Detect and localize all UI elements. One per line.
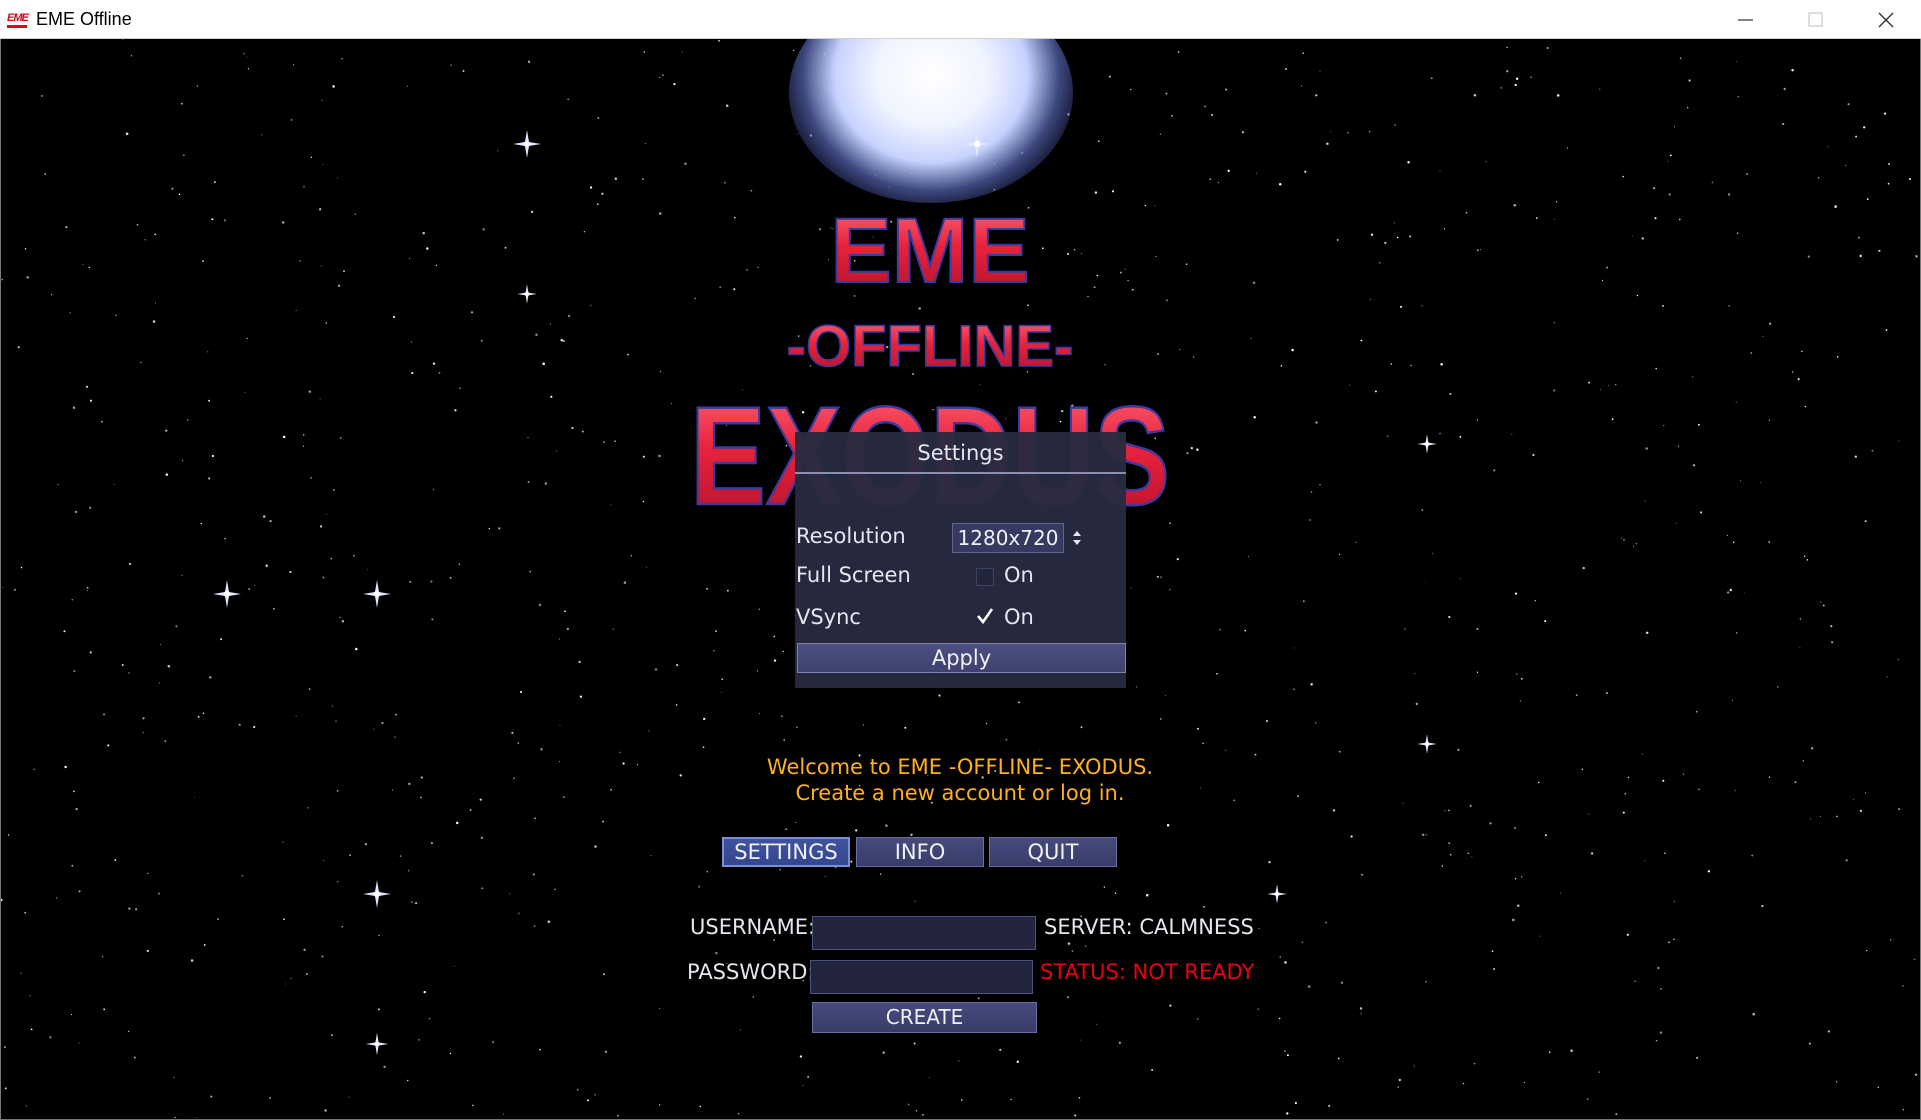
welcome-message: Welcome to EME -OFFLINE- EXODUS. Create … bbox=[560, 754, 1360, 806]
status-text: STATUS: NOT READY bbox=[1040, 960, 1255, 984]
welcome-line-1: Welcome to EME -OFFLINE- EXODUS. bbox=[766, 755, 1154, 779]
sparkle-star bbox=[1417, 434, 1437, 454]
close-button[interactable] bbox=[1851, 0, 1921, 39]
settings-title: Settings bbox=[795, 432, 1126, 474]
close-icon bbox=[1878, 12, 1894, 28]
sparkle-star bbox=[1417, 734, 1437, 754]
server-text: SERVER: CALMNESS bbox=[1044, 915, 1254, 939]
sparkle-star bbox=[517, 284, 537, 304]
logo-line-eme: EME bbox=[830, 200, 1029, 302]
fullscreen-option-label: On bbox=[1004, 563, 1034, 587]
app-logo-icon: EME bbox=[7, 12, 29, 24]
apply-button[interactable]: Apply bbox=[797, 643, 1126, 673]
resolution-select[interactable]: 1280x720 bbox=[952, 523, 1064, 553]
password-label: PASSWORD: bbox=[687, 960, 815, 984]
username-input[interactable] bbox=[812, 916, 1036, 950]
sparkle-star bbox=[363, 580, 391, 608]
vsync-label: VSync bbox=[796, 605, 861, 629]
checkmark-icon bbox=[977, 608, 994, 625]
sparkle-star bbox=[213, 580, 241, 608]
vsync-option-label: On bbox=[1004, 605, 1034, 629]
window-titlebar[interactable]: EME EME Offline bbox=[0, 0, 1921, 39]
quit-button[interactable]: QUIT bbox=[989, 837, 1117, 867]
create-button[interactable]: CREATE bbox=[812, 1002, 1037, 1033]
window-title: EME Offline bbox=[36, 9, 132, 29]
maximize-button[interactable] bbox=[1781, 0, 1851, 39]
sparkle-star bbox=[963, 130, 991, 158]
info-button[interactable]: INFO bbox=[856, 837, 984, 867]
username-label: USERNAME: bbox=[690, 915, 816, 939]
fullscreen-label: Full Screen bbox=[796, 563, 911, 587]
logo-line-offline: -OFFLINE- bbox=[787, 314, 1074, 379]
settings-button[interactable]: SETTINGS bbox=[722, 837, 850, 867]
resolution-label: Resolution bbox=[796, 524, 906, 548]
vsync-checkbox[interactable] bbox=[976, 607, 994, 625]
fullscreen-checkbox[interactable] bbox=[976, 568, 994, 586]
password-input[interactable] bbox=[810, 960, 1033, 994]
spinner-arrows-icon[interactable] bbox=[1071, 528, 1083, 548]
welcome-line-2: Create a new account or log in. bbox=[795, 781, 1125, 805]
sparkle-star bbox=[1267, 884, 1287, 904]
minimize-button[interactable] bbox=[1711, 0, 1781, 39]
sparkle-star bbox=[513, 130, 541, 158]
sparkle-star bbox=[365, 1032, 389, 1056]
minimize-icon bbox=[1738, 19, 1753, 21]
app-logo-underline bbox=[7, 25, 27, 28]
sparkle-star bbox=[363, 880, 391, 908]
maximize-icon bbox=[1808, 12, 1823, 27]
